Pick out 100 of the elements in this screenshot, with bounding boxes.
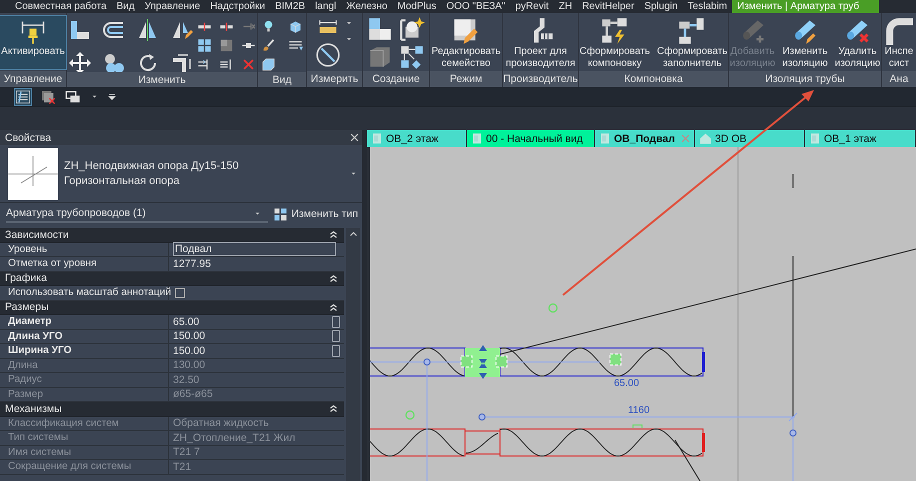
property-value[interactable]: 1277.95 (173, 258, 211, 270)
property-value: T21 7 (173, 446, 200, 458)
property-label: Размер (0, 388, 169, 402)
menu-tab[interactable]: Вид (112, 0, 140, 13)
associate-parameter-button[interactable] (332, 344, 340, 357)
edit-type-button[interactable]: Изменить тип (274, 208, 358, 221)
type-name: ZH_Неподвижная опора Ду15-150 (64, 160, 240, 172)
array-icon[interactable] (197, 38, 212, 53)
collapse-icon[interactable] (329, 404, 338, 414)
property-value[interactable]: 150.00 (173, 344, 206, 357)
ribbon-button[interactable]: Инспе сист (882, 14, 916, 70)
panel-label: Вид (258, 72, 306, 88)
associate-parameter-button[interactable] (332, 330, 340, 342)
ribbon-button[interactable]: Проект для производителя (504, 14, 578, 70)
panel-label: Управление (0, 71, 66, 88)
cube-icon[interactable] (288, 18, 303, 34)
tag-icon[interactable] (261, 56, 276, 72)
menu-tab[interactable]: ModPlus (392, 0, 442, 13)
property-value: 32.50 (173, 374, 200, 386)
property-value: ø65-ø65 (173, 388, 213, 400)
panel-label: Режим (430, 71, 502, 88)
panel-label: Изменить (67, 72, 257, 88)
section-header[interactable]: Зависимости (5, 228, 69, 241)
panel-label: Производитель (503, 71, 578, 88)
leader-line (674, 440, 700, 481)
section-header[interactable]: Механизмы (5, 402, 62, 415)
collapse-icon[interactable] (329, 230, 338, 240)
menu-tab[interactable]: ООО "ВЕЗА" (441, 0, 510, 13)
pipe-elbow-icon (885, 16, 913, 45)
property-label: Уровень (0, 242, 169, 256)
brush-icon[interactable] (261, 38, 276, 53)
fitting-drawing (460, 345, 508, 380)
menu-tab[interactable]: Teslabim (682, 0, 732, 13)
collapse-icon[interactable] (329, 274, 338, 283)
customize-caret-icon[interactable] (107, 92, 117, 102)
close-windows-icon[interactable] (40, 88, 56, 105)
section-header[interactable]: Размеры (5, 301, 49, 314)
panel-label: Измерить (307, 71, 362, 88)
grip-icon[interactable] (610, 354, 622, 366)
cube-star-icon[interactable] (399, 16, 425, 42)
panel-label: Создание (363, 71, 429, 88)
property-label: Сокращение для системы (0, 460, 169, 474)
property-value[interactable]: 150.00 (173, 330, 206, 342)
collapse-icon[interactable] (329, 302, 338, 312)
cubes-icon[interactable] (367, 16, 393, 42)
family-pencil-icon (452, 16, 480, 45)
menu-tab[interactable]: Управление (140, 0, 206, 13)
menu-tab[interactable]: Splugin (639, 0, 683, 13)
house-icon (699, 132, 712, 146)
sheet-icon (599, 132, 611, 146)
ribbon-button[interactable]: Редактировать семейство (429, 14, 503, 70)
menu-tab[interactable]: pyRevit (510, 0, 554, 13)
filter-dropdown[interactable]: Арматура трубопроводов (1) (6, 205, 268, 224)
ribbon-button[interactable]: Изменить изоляцию (780, 14, 830, 70)
menu-tab[interactable]: Железно (341, 0, 392, 13)
scale-icon[interactable] (219, 38, 234, 53)
menu-tab[interactable]: Надстройки (205, 0, 270, 13)
properties-list-icon[interactable] (14, 88, 32, 106)
value-field[interactable]: Подвал (173, 242, 336, 256)
property-value[interactable]: 65.00 (173, 316, 200, 328)
property-label: Отметка от уровня (0, 257, 169, 271)
scrollbar[interactable] (346, 228, 360, 481)
ribbon-button[interactable]: Удалить изоляцию (832, 14, 882, 70)
dimension-label: 65.00 (614, 378, 640, 390)
switch-windows-icon[interactable] (64, 88, 82, 105)
panel-title: Свойства (5, 132, 52, 144)
extend-icon[interactable] (219, 56, 234, 72)
section-header[interactable]: Графика (5, 272, 47, 284)
dimension-label: 1160 (628, 405, 650, 416)
view-tab[interactable]: ОВ_1 этаж (805, 130, 916, 148)
menu-tab[interactable]: BIM2B (270, 0, 310, 13)
close-icon[interactable] (350, 133, 359, 142)
blocks-connector-icon (678, 16, 706, 45)
grid-line (792, 174, 794, 189)
circle-measure-icon[interactable] (315, 42, 341, 68)
property-value: ZH_Отопление_T21 Жил (173, 432, 296, 444)
ribbon-button[interactable]: Активировать (0, 14, 67, 70)
sheet-icon (371, 132, 383, 146)
checkbox[interactable] (175, 288, 185, 298)
menu-tab[interactable]: ZH (554, 0, 578, 13)
property-label: Диаметр (0, 315, 169, 329)
menu-tab[interactable]: langl (310, 0, 342, 13)
menu-tab[interactable]: RevitHelper (577, 0, 640, 13)
move-icon[interactable] (68, 50, 92, 75)
view-tab[interactable]: 00 - Начальный вид (467, 130, 595, 148)
flip-control-icon[interactable] (632, 424, 642, 429)
type-table-icon (274, 208, 288, 221)
panel-label: Компоновка (579, 71, 728, 88)
panel-label: Ана (882, 71, 916, 88)
property-label: Длина (0, 358, 169, 372)
connected-shapes-icon[interactable] (399, 44, 425, 70)
property-label: Ширина УГО (0, 344, 169, 358)
ribbon-button[interactable]: Сформировать компоновку (578, 14, 652, 70)
view-tab[interactable]: ОВ_2 этаж (367, 130, 467, 148)
associate-parameter-button[interactable] (332, 316, 340, 328)
property-label: Имя системы (0, 446, 169, 460)
ribbon-button[interactable]: Сформировать заполнитель (655, 14, 730, 70)
view-tab[interactable]: ОВ_Подвал (595, 130, 695, 148)
view-tab[interactable]: 3D ОВ (695, 130, 805, 148)
menu-tab[interactable]: Совместная работа (10, 0, 112, 13)
